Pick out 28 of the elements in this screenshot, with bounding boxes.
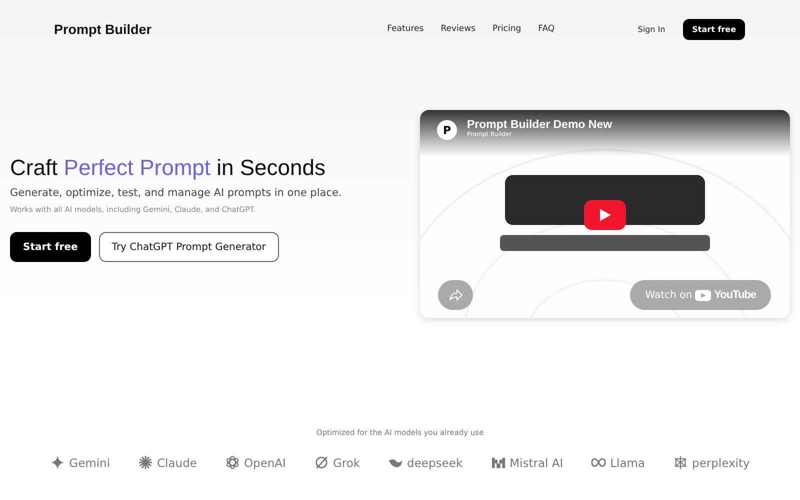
hero-title: Craft Perfect Prompt in Seconds xyxy=(10,155,326,181)
burst-icon xyxy=(138,455,154,470)
sparkle-icon xyxy=(50,455,66,470)
generator-button[interactable]: Try ChatGPT Prompt Generator xyxy=(98,232,279,262)
hero-subtitle: Generate, optimize, test, and manage AI prompts in one place. xyxy=(10,187,343,199)
sign-in-link[interactable]: Sign In xyxy=(638,24,666,34)
share-icon xyxy=(448,289,462,301)
brand-logo[interactable]: Prompt Builder xyxy=(54,22,314,36)
model-name: Mistral AI xyxy=(510,456,564,470)
model-name: deepseek xyxy=(407,456,463,470)
model-name: perplexity xyxy=(692,456,750,470)
youtube-wordmark: YouTube xyxy=(714,289,756,301)
video-title[interactable]: Prompt Builder Demo New xyxy=(467,119,612,131)
nav-link[interactable]: Reviews xyxy=(440,24,476,34)
model-name: Claude xyxy=(157,456,197,470)
nav-link[interactable]: Features xyxy=(387,24,424,34)
model-name: OpenAI xyxy=(244,456,286,470)
nav-link[interactable]: FAQ xyxy=(538,24,555,34)
model-name: Gemini xyxy=(69,456,110,470)
model-name: Grok xyxy=(332,456,360,470)
play-icon[interactable] xyxy=(584,200,626,230)
blocks-icon xyxy=(490,455,506,470)
slash-icon xyxy=(314,455,329,470)
model-name: Llama xyxy=(610,456,646,470)
start-free-button[interactable]: Start free xyxy=(10,232,91,262)
play-icon xyxy=(695,290,712,300)
nav-link[interactable]: Pricing xyxy=(492,24,522,34)
start-free-button[interactable]: Start free xyxy=(683,18,745,40)
